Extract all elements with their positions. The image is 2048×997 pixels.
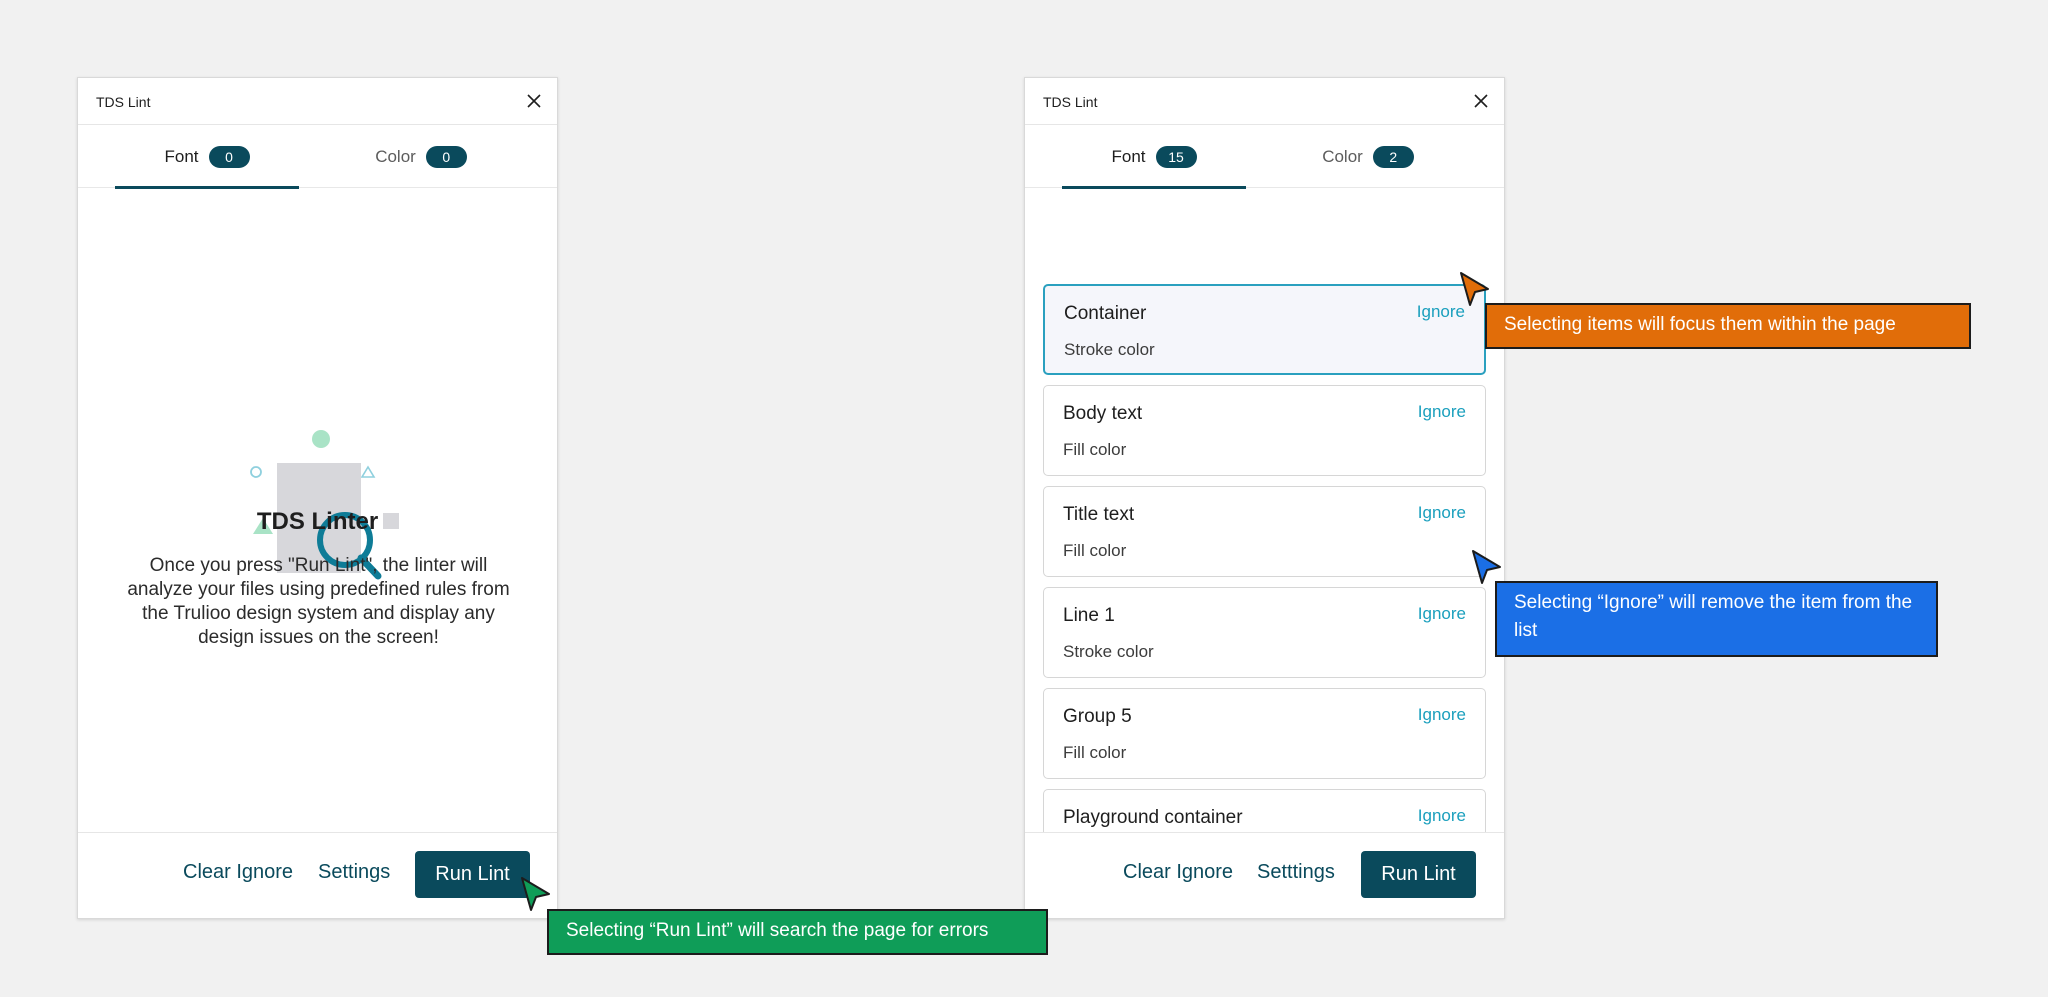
lint-panel-results: TDS Lint Font 15 Color 2 Container Strok… [1024,77,1505,919]
empty-state: TDS Linter Once you press "Run Lint", th… [78,188,557,910]
tab-font-count-badge: 0 [208,145,250,168]
panel-titlebar: TDS Lint [78,78,557,125]
settings-button[interactable]: Setttings [1257,861,1335,884]
settings-button[interactable]: Settings [318,861,390,884]
select-items-callout: Selecting items will focus them within t… [1485,303,1971,349]
run-lint-button[interactable]: Run Lint [415,851,530,898]
ignore-button[interactable]: Ignore [1418,806,1466,826]
ignore-button[interactable]: Ignore [1418,402,1466,422]
lint-item-type: Fill color [1063,440,1127,459]
run-lint-button[interactable]: Run Lint [1361,851,1476,898]
panel-title: TDS Lint [1043,94,1098,110]
ignore-button[interactable]: Ignore [1418,705,1466,725]
ignore-callout: Selecting “Ignore” will remove the item … [1495,581,1938,657]
tab-font[interactable]: Font 0 [115,125,299,189]
lint-item[interactable]: Body text Fill color Ignore [1043,385,1486,476]
lint-item-name: Group 5 [1063,706,1132,727]
tab-color-label: Color [375,146,416,166]
panel-titlebar: TDS Lint [1025,78,1504,125]
lint-item-name: Container [1064,303,1147,324]
empty-state-title: TDS Linter [256,508,379,535]
lint-item-name: Body text [1063,403,1143,424]
lint-item-type: Stroke color [1063,642,1154,661]
lint-panel-empty: TDS Lint Font 0 Color 0 TDS Linter Once … [77,77,558,919]
panel-footer: Clear Ignore Settings Run Lint [78,832,557,918]
lint-item[interactable]: Line 1 Stroke color Ignore [1043,587,1486,678]
lint-results-list: Container Stroke color Ignore Body text … [1025,188,1504,910]
tab-font[interactable]: Font 15 [1062,125,1246,189]
ignore-button[interactable]: Ignore [1418,604,1466,624]
ignore-button[interactable]: Ignore [1418,503,1466,523]
run-lint-callout: Selecting “Run Lint” will search the pag… [547,909,1048,955]
close-icon[interactable] [525,92,543,110]
lint-item-type: Fill color [1063,743,1127,762]
panel-title: TDS Lint [96,94,151,110]
lint-item[interactable]: Container Stroke color Ignore [1043,284,1486,375]
tab-color[interactable]: Color 0 [328,125,514,188]
close-icon[interactable] [1472,92,1490,110]
tab-font-count-badge: 15 [1155,145,1197,168]
tab-color[interactable]: Color 2 [1275,125,1461,188]
tab-font-label: Font [1111,146,1146,166]
tab-bar: Font 15 Color 2 [1025,125,1504,189]
lint-item[interactable]: Title text Fill color Ignore [1043,486,1486,577]
tab-color-label: Color [1322,146,1363,166]
lint-item-name: Title text [1063,504,1135,525]
lint-item-name: Playground container [1063,807,1243,828]
lint-item-type: Stroke color [1064,340,1155,359]
tab-color-count-badge: 0 [425,145,467,168]
tab-color-count-badge: 2 [1372,145,1414,168]
clear-ignore-button[interactable]: Clear Ignore [1123,861,1233,884]
empty-state-description: Once you press "Run Lint", the linter wi… [127,555,510,648]
panel-footer: Clear Ignore Setttings Run Lint [1025,832,1504,918]
clear-ignore-button[interactable]: Clear Ignore [183,861,293,884]
lint-item[interactable]: Group 5 Fill color Ignore [1043,688,1486,779]
lint-item-name: Line 1 [1063,605,1115,626]
tab-bar: Font 0 Color 0 [78,125,557,189]
tab-font-label: Font [164,146,199,166]
lint-item-type: Fill color [1063,541,1127,560]
